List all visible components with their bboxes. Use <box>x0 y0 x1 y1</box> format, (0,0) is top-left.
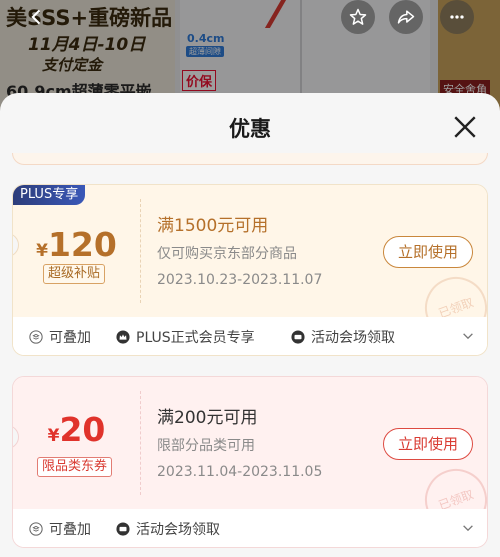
venue-claim-label: 活动会场领取 <box>136 522 220 538</box>
coupon-card: PLUS专享 ¥120 超级补贴 满1500元可用 仅可购买京东部分商品 202… <box>12 184 488 356</box>
ticket-icon <box>116 522 130 536</box>
coupon-sheet: 优惠 PLUS专享 ¥120 超级补贴 满1500元可用 仅可购买京东部分商品 … <box>0 93 500 557</box>
amount-tag: 超级补贴 <box>43 264 106 284</box>
coupon-threshold: 满200元可用 <box>157 408 258 428</box>
close-icon[interactable] <box>452 114 478 140</box>
venue-claim-tag: 活动会场领取 <box>116 509 220 547</box>
coupon-validity: 2023.11.04-2023.11.05 <box>157 464 323 480</box>
sheet-title: 优惠 <box>229 117 271 141</box>
stackable-tag: 可叠加 <box>29 509 91 547</box>
coupon-amount-area: ¥20 限品类东券 <box>13 377 140 509</box>
coupon-amount: ¥20 <box>13 410 140 449</box>
stackable-label: 可叠加 <box>49 522 91 538</box>
stack-icon <box>29 522 43 536</box>
coupon-divider <box>140 199 141 303</box>
venue-claim-tag: 活动会场领取 <box>291 317 395 355</box>
coupon-footer: 可叠加 活动会场领取 <box>13 509 487 547</box>
share-button[interactable] <box>389 0 423 34</box>
coupon-scope: 限部分品类可用 <box>157 438 255 454</box>
amount-value: 20 <box>59 410 106 449</box>
stackable-label: 可叠加 <box>49 330 91 346</box>
currency-symbol: ¥ <box>36 241 48 261</box>
currency-symbol: ¥ <box>47 426 60 446</box>
plus-member-label: PLUS正式会员专享 <box>136 330 255 346</box>
plus-exclusive-badge: PLUS专享 <box>13 185 86 205</box>
use-now-button[interactable]: 立即使用 <box>383 428 473 460</box>
venue-claim-label: 活动会场领取 <box>311 330 395 346</box>
coupon-body: ¥20 限品类东券 满200元可用 限部分品类可用 2023.11.04-202… <box>13 377 487 540</box>
coupon-footer: 可叠加 PLUS正式会员专享 活动会场领取 <box>13 317 487 355</box>
chevron-down-icon[interactable] <box>461 329 475 343</box>
plus-member-tag: PLUS正式会员专享 <box>116 317 255 355</box>
coupon-card: ¥20 限品类东券 满200元可用 限部分品类可用 2023.11.04-202… <box>12 376 488 548</box>
coupon-validity: 2023.10.23-2023.11.07 <box>157 272 323 288</box>
back-button[interactable] <box>20 0 54 34</box>
coupon-scope: 仅可购买京东部分商品 <box>157 246 297 262</box>
chevron-left-icon <box>31 9 41 25</box>
amount-tag: 限品类东券 <box>37 457 113 477</box>
coupon-body: PLUS专享 ¥120 超级补贴 满1500元可用 仅可购买京东部分商品 202… <box>13 185 487 348</box>
use-now-button[interactable]: 立即使用 <box>383 236 473 268</box>
favorite-button[interactable] <box>341 0 375 34</box>
previous-coupon-edge <box>12 153 488 165</box>
star-icon <box>349 8 367 25</box>
more-dots-icon <box>450 15 464 19</box>
stack-icon <box>29 330 43 344</box>
amount-value: 120 <box>47 225 117 264</box>
coupon-divider <box>140 391 141 495</box>
crown-icon <box>116 330 130 344</box>
ticket-icon <box>291 330 305 344</box>
share-icon <box>397 10 415 24</box>
coupon-amount-area: PLUS专享 ¥120 超级补贴 <box>13 185 140 317</box>
more-button[interactable] <box>440 0 474 34</box>
coupon-threshold: 满1500元可用 <box>157 216 269 236</box>
stackable-tag: 可叠加 <box>29 317 91 355</box>
chevron-down-icon[interactable] <box>461 521 475 535</box>
coupon-amount: ¥120 <box>13 225 140 264</box>
